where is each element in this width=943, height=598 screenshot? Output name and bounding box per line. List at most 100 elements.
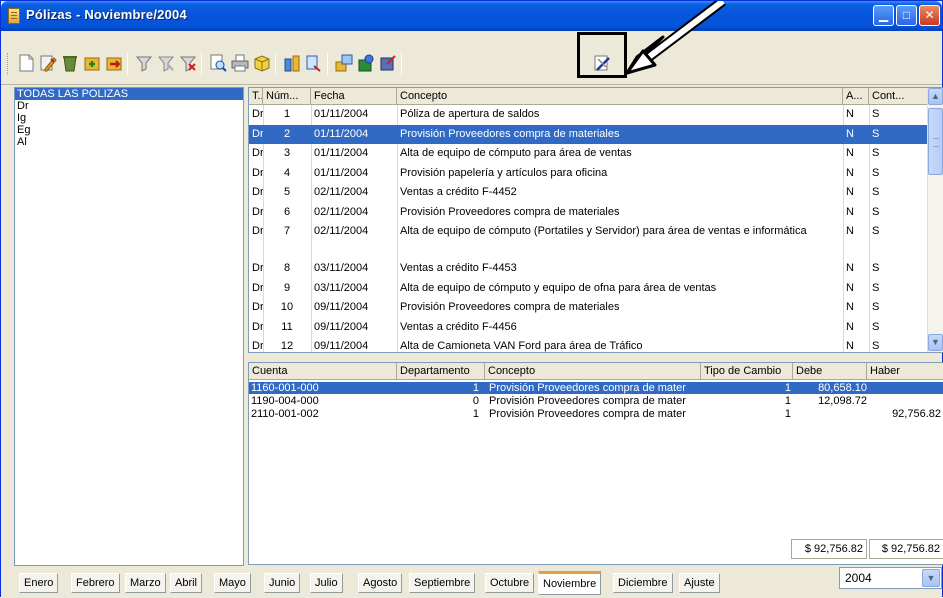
chevron-down-icon: ▼ bbox=[931, 337, 940, 347]
table-row[interactable]: Dr 10 09/11/2004 Provisión Proveedores comp… bbox=[249, 298, 929, 318]
filter-button[interactable] bbox=[133, 52, 155, 74]
cell-contabilizada: S bbox=[872, 205, 880, 218]
table-row[interactable]: Dr 7 02/11/2004 Alta de equipo de cómputo (… bbox=[249, 222, 929, 261]
toolbar-grip[interactable] bbox=[7, 53, 10, 75]
table-row[interactable]: Dr 8 03/11/2004 Ventas a crédito F-4453 N S bbox=[249, 259, 929, 279]
table-row[interactable]: 2110-001-002 1 Provisión Proveedores compr… bbox=[249, 408, 943, 420]
list-item[interactable]: Eg bbox=[15, 124, 243, 136]
delete-button[interactable] bbox=[59, 52, 81, 74]
preview-button[interactable] bbox=[207, 52, 229, 74]
cell-cuenta: 2110-001-002 bbox=[251, 408, 319, 420]
table-row[interactable]: Dr 2 01/11/2004 Provisión Proveedores compr… bbox=[249, 124, 929, 144]
transfer-button[interactable] bbox=[333, 52, 355, 74]
tab-julio[interactable]: Julio bbox=[310, 573, 343, 593]
cell-haber: 92,756.82 bbox=[892, 408, 941, 420]
column-header-afectada[interactable]: A... bbox=[843, 88, 869, 105]
table-row[interactable]: Dr 12 09/11/2004 Alta de Camioneta VAN Ford… bbox=[249, 337, 929, 357]
print-button[interactable] bbox=[229, 52, 251, 74]
tab-ajuste[interactable]: Ajuste bbox=[679, 573, 720, 593]
scroll-down-button[interactable]: ▼ bbox=[928, 334, 943, 351]
column-header-tipo[interactable]: T.. bbox=[249, 88, 263, 105]
column-header-departamento[interactable]: Departamento bbox=[397, 363, 485, 380]
users-button[interactable] bbox=[355, 52, 377, 74]
table-row[interactable]: Dr 11 09/11/2004 Ventas a crédito F-4456 N S bbox=[249, 318, 929, 338]
tab-abril[interactable]: Abril bbox=[170, 573, 203, 593]
maximize-button[interactable]: □ bbox=[896, 5, 917, 26]
table-row[interactable]: Dr 4 01/11/2004 Provisión papelería y artíc… bbox=[249, 164, 929, 184]
new-button[interactable] bbox=[15, 52, 37, 74]
cell-fecha: 02/11/2004 bbox=[314, 186, 369, 198]
column-header-numero[interactable]: Núm... bbox=[263, 88, 311, 105]
table-row[interactable]: Dr 5 02/11/2004 Ventas a crédito F-4452 N S bbox=[249, 183, 929, 203]
table-row[interactable]: Dr 9 03/11/2004 Alta de equipo de cómputo y… bbox=[249, 279, 929, 299]
close-icon: ✕ bbox=[924, 8, 935, 22]
cell-debe: 12,098.72 bbox=[818, 395, 867, 407]
column-header-debe[interactable]: Debe bbox=[793, 363, 867, 380]
cell-numero: 10 bbox=[280, 301, 294, 313]
column-header-concepto[interactable]: Concepto bbox=[485, 363, 701, 380]
tab-agosto[interactable]: Agosto bbox=[358, 573, 403, 593]
year-select[interactable]: 2004 ▼ bbox=[839, 567, 942, 589]
cell-fecha: 02/11/2004 bbox=[314, 225, 369, 237]
table-row[interactable]: Dr 3 01/11/2004 Alta de equipo de cómputo p… bbox=[249, 144, 929, 164]
post-button[interactable] bbox=[377, 52, 399, 74]
tab-mayo[interactable]: Mayo bbox=[214, 573, 251, 593]
export-button[interactable] bbox=[103, 52, 125, 74]
filter-remove-button[interactable] bbox=[177, 52, 199, 74]
table-row[interactable]: Dr 6 02/11/2004 Provisión Proveedores compr… bbox=[249, 203, 929, 223]
edit-button[interactable] bbox=[37, 52, 59, 74]
scroll-up-button[interactable]: ▲ bbox=[928, 88, 943, 105]
list-item[interactable]: TODAS LAS POLIZAS bbox=[15, 88, 243, 100]
cell-tipo-cambio: 1 bbox=[784, 408, 791, 420]
cell-numero: 12 bbox=[280, 340, 294, 352]
column-header-contabilizada[interactable]: Cont... bbox=[869, 88, 929, 105]
list-item[interactable]: Al bbox=[15, 136, 243, 148]
tab-noviembre[interactable]: Noviembre bbox=[538, 571, 602, 595]
column-header-tipo-cambio[interactable]: Tipo de Cambio bbox=[701, 363, 793, 380]
column-header-haber[interactable]: Haber bbox=[867, 363, 943, 380]
tab-diciembre[interactable]: Diciembre bbox=[613, 573, 673, 593]
filter-clear-button[interactable] bbox=[155, 52, 177, 74]
table-row[interactable]: Dr 1 01/11/2004 Póliza de apertura de saldo… bbox=[249, 105, 929, 125]
cell-tipo: Dr bbox=[252, 262, 263, 274]
year-dropdown-button[interactable]: ▼ bbox=[922, 569, 940, 587]
title-bar[interactable]: Pólizas - Noviembre/2004 ▁ □ ✕ bbox=[1, 1, 942, 31]
minimize-button[interactable]: ▁ bbox=[873, 5, 894, 26]
table-row[interactable]: 1160-001-000 1 Provisión Proveedores compr… bbox=[249, 382, 943, 394]
pointer-arrow-icon bbox=[625, 1, 727, 75]
cell-fecha: 01/11/2004 bbox=[314, 108, 369, 120]
tab-enero[interactable]: Enero bbox=[19, 573, 59, 593]
cell-tipo: Dr bbox=[252, 320, 263, 333]
cell-concepto: Provisión Proveedores compra de mater bbox=[489, 395, 686, 407]
filter-icon bbox=[135, 56, 153, 72]
table-row[interactable]: 1190-004-000 0 Provisión Proveedores compr… bbox=[249, 395, 943, 407]
cell-concepto: Alta de Camioneta VAN Ford para área de … bbox=[400, 340, 643, 352]
grid-scrollbar[interactable]: ▲ ▼ bbox=[927, 88, 943, 352]
tab-junio[interactable]: Junio bbox=[264, 573, 301, 593]
column-header-cuenta[interactable]: Cuenta bbox=[249, 363, 397, 380]
column-header-fecha[interactable]: Fecha bbox=[311, 88, 397, 105]
list-item[interactable]: Ig bbox=[15, 112, 243, 124]
close-button[interactable]: ✕ bbox=[919, 5, 940, 26]
details-header: Cuenta Departamento Concepto Tipo de Cam… bbox=[249, 363, 943, 380]
report-icon bbox=[254, 55, 270, 72]
cell-tipo: Dr bbox=[252, 147, 263, 159]
scroll-thumb[interactable] bbox=[928, 108, 943, 175]
cell-tipo: Dr bbox=[252, 281, 263, 294]
tab-septiembre[interactable]: Septiembre bbox=[409, 573, 476, 593]
cell-concepto: Provisión Proveedores compra de material… bbox=[400, 301, 620, 313]
cell-contabilizada: S bbox=[872, 147, 880, 159]
tab-octubre[interactable]: Octubre bbox=[485, 573, 535, 593]
list-item[interactable]: Dr bbox=[15, 100, 243, 112]
search-button[interactable] bbox=[303, 52, 325, 74]
cell-concepto: Provisión Proveedores compra de material… bbox=[400, 205, 620, 218]
cell-numero: 4 bbox=[283, 166, 291, 179]
report-button[interactable] bbox=[251, 52, 273, 74]
cell-tipo: Dr bbox=[252, 166, 263, 179]
column-header-concepto[interactable]: Concepto bbox=[397, 88, 843, 105]
tab-marzo[interactable]: Marzo bbox=[125, 573, 166, 593]
import-button[interactable] bbox=[81, 52, 103, 74]
cell-afectada: N bbox=[846, 127, 854, 140]
tab-febrero[interactable]: Febrero bbox=[71, 573, 120, 593]
accounts-button[interactable] bbox=[281, 52, 303, 74]
